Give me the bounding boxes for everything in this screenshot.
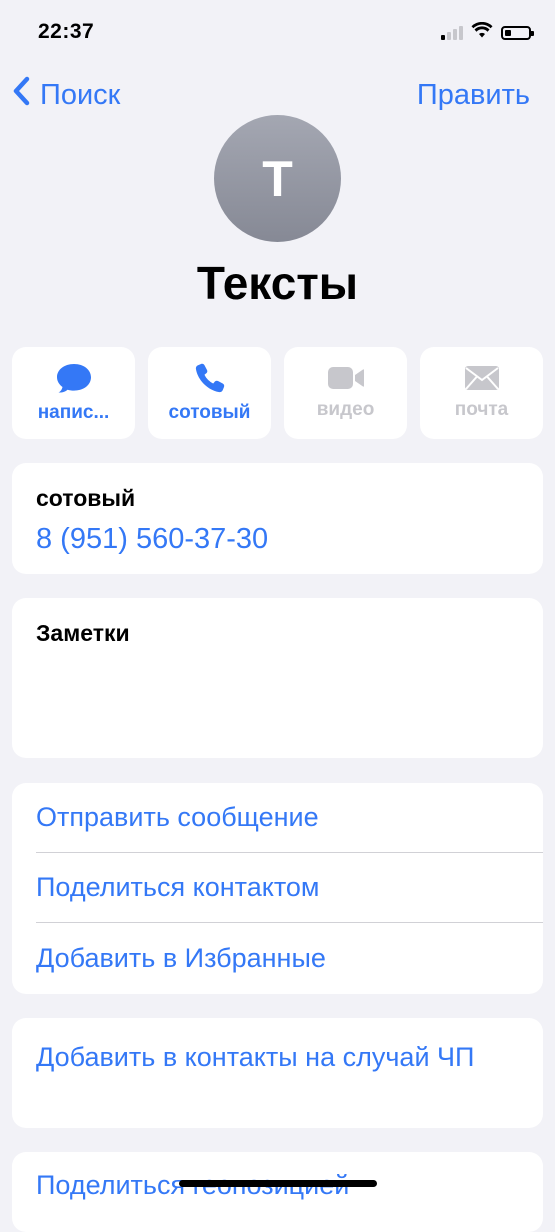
phone-label: сотовый [36,485,136,511]
wifi-icon [471,21,493,43]
avatar-initial: T [262,150,293,207]
notes-card[interactable]: Заметки [12,598,543,758]
add-to-favorites-button[interactable]: Добавить в Избранные [36,923,543,993]
chevron-left-icon [12,76,30,114]
home-indicator[interactable] [179,1180,377,1187]
quick-actions: напис... сотовый видео почта [12,347,543,439]
location-card: Поделиться геопозицией [12,1152,543,1232]
mail-action-label: почта [454,399,509,420]
emergency-card: Добавить в контакты на случай ЧП [12,1018,543,1128]
contact-actions-list: Отправить сообщение Поделиться контактом… [12,783,543,994]
message-bubble-icon [56,362,92,394]
status-icons [441,21,534,43]
video-camera-icon [327,365,365,391]
notes-label: Заметки [36,620,130,646]
status-time: 22:37 [38,20,95,43]
message-action-label: напис... [37,402,110,423]
call-action-label: сотовый [168,402,251,423]
back-label: Поиск [40,78,121,111]
send-message-button[interactable]: Отправить сообщение [36,783,543,853]
contact-name: Тексты [196,257,359,309]
video-action-button[interactable]: видео [284,347,407,439]
message-action-button[interactable]: напис... [12,347,135,439]
edit-button[interactable]: Править [417,79,530,112]
battery-icon [501,25,534,40]
envelope-icon [464,365,500,391]
back-button[interactable]: Поиск [12,76,120,114]
phone-number-link[interactable]: 8 (951) 560-37-30 [36,523,268,556]
add-emergency-contact-button[interactable]: Добавить в контакты на случай ЧП [36,1038,503,1076]
status-bar: 22:37 [0,0,555,66]
mail-action-button[interactable]: почта [420,347,543,439]
battery-level [505,29,511,36]
phone-icon [194,362,226,394]
video-action-label: видео [316,399,375,420]
phone-card: сотовый 8 (951) 560-37-30 [12,463,543,574]
cellular-signal-icon [441,25,463,40]
share-contact-button[interactable]: Поделиться контактом [36,853,543,923]
call-action-button[interactable]: сотовый [148,347,271,439]
avatar: T [214,115,341,242]
